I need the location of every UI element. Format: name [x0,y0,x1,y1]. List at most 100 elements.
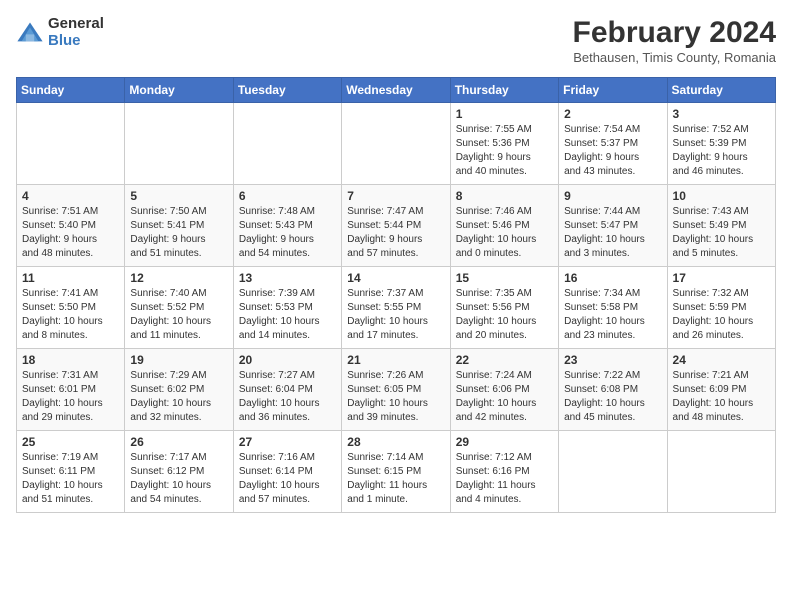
day-info: Sunrise: 7:55 AM Sunset: 5:36 PM Dayligh… [456,123,553,179]
day-info: Sunrise: 7:39 AM Sunset: 5:53 PM Dayligh… [239,287,336,343]
day-info: Sunrise: 7:35 AM Sunset: 5:56 PM Dayligh… [456,287,553,343]
calendar-cell: 27 Sunrise: 7:16 AM Sunset: 6:14 PM Dayli… [233,431,341,513]
day-number: 10 [673,189,770,203]
day-info: Sunrise: 7:40 AM Sunset: 5:52 PM Dayligh… [130,287,227,343]
day-number: 28 [347,435,444,449]
day-number: 19 [130,353,227,367]
day-info: Sunrise: 7:14 AM Sunset: 6:15 PM Dayligh… [347,451,444,507]
calendar-cell: 9 Sunrise: 7:44 AM Sunset: 5:47 PM Daylig… [559,185,667,267]
calendar-cell: 2 Sunrise: 7:54 AM Sunset: 5:37 PM Daylig… [559,103,667,185]
day-info: Sunrise: 7:29 AM Sunset: 6:02 PM Dayligh… [130,369,227,425]
day-number: 29 [456,435,553,449]
calendar-cell: 1 Sunrise: 7:55 AM Sunset: 5:36 PM Daylig… [450,103,558,185]
calendar-table: SundayMondayTuesdayWednesdayThursdayFrid… [16,77,776,513]
calendar-cell: 19 Sunrise: 7:29 AM Sunset: 6:02 PM Dayli… [125,349,233,431]
title-block: February 2024 Bethausen, Timis County, R… [573,16,776,65]
calendar-cell: 5 Sunrise: 7:50 AM Sunset: 5:41 PM Daylig… [125,185,233,267]
calendar-cell: 3Sunrise: 7:52 AM Sunset: 5:39 PM Daylig… [667,103,775,185]
day-number: 25 [22,435,119,449]
day-number: 1 [456,107,553,121]
header-wednesday: Wednesday [342,78,450,103]
day-number: 22 [456,353,553,367]
day-info: Sunrise: 7:41 AM Sunset: 5:50 PM Dayligh… [22,287,119,343]
calendar-cell: 23 Sunrise: 7:22 AM Sunset: 6:08 PM Dayli… [559,349,667,431]
day-info: Sunrise: 7:43 AM Sunset: 5:49 PM Dayligh… [673,205,770,261]
calendar-cell: 13 Sunrise: 7:39 AM Sunset: 5:53 PM Dayli… [233,267,341,349]
day-info: Sunrise: 7:26 AM Sunset: 6:05 PM Dayligh… [347,369,444,425]
calendar-cell: 22 Sunrise: 7:24 AM Sunset: 6:06 PM Dayli… [450,349,558,431]
day-number: 14 [347,271,444,285]
day-info: Sunrise: 7:17 AM Sunset: 6:12 PM Dayligh… [130,451,227,507]
calendar-cell: 14 Sunrise: 7:37 AM Sunset: 5:55 PM Dayli… [342,267,450,349]
calendar-cell: 12 Sunrise: 7:40 AM Sunset: 5:52 PM Dayli… [125,267,233,349]
calendar-cell [125,103,233,185]
calendar-subtitle: Bethausen, Timis County, Romania [573,50,776,65]
logo-general: General [48,16,104,33]
day-info: Sunrise: 7:46 AM Sunset: 5:46 PM Dayligh… [456,205,553,261]
calendar-cell [233,103,341,185]
calendar-cell: 11 Sunrise: 7:41 AM Sunset: 5:50 PM Dayli… [17,267,125,349]
day-number: 20 [239,353,336,367]
day-info: Sunrise: 7:22 AM Sunset: 6:08 PM Dayligh… [564,369,661,425]
day-info: Sunrise: 7:21 AM Sunset: 6:09 PM Dayligh… [673,369,770,425]
logo-blue: Blue [48,33,104,50]
header-saturday: Saturday [667,78,775,103]
day-number: 4 [22,189,119,203]
week-row-0: 1 Sunrise: 7:55 AM Sunset: 5:36 PM Daylig… [17,103,776,185]
calendar-cell [559,431,667,513]
day-number: 7 [347,189,444,203]
week-row-2: 11 Sunrise: 7:41 AM Sunset: 5:50 PM Dayli… [17,267,776,349]
calendar-cell: 6 Sunrise: 7:48 AM Sunset: 5:43 PM Daylig… [233,185,341,267]
day-info: Sunrise: 7:16 AM Sunset: 6:14 PM Dayligh… [239,451,336,507]
day-number: 8 [456,189,553,203]
calendar-cell [667,431,775,513]
day-info: Sunrise: 7:12 AM Sunset: 6:16 PM Dayligh… [456,451,553,507]
calendar-cell: 25 Sunrise: 7:19 AM Sunset: 6:11 PM Dayli… [17,431,125,513]
day-info: Sunrise: 7:51 AM Sunset: 5:40 PM Dayligh… [22,205,119,261]
day-info: Sunrise: 7:31 AM Sunset: 6:01 PM Dayligh… [22,369,119,425]
day-number: 27 [239,435,336,449]
calendar-cell: 15 Sunrise: 7:35 AM Sunset: 5:56 PM Dayli… [450,267,558,349]
day-number: 17 [673,271,770,285]
day-info: Sunrise: 7:19 AM Sunset: 6:11 PM Dayligh… [22,451,119,507]
day-info: Sunrise: 7:54 AM Sunset: 5:37 PM Dayligh… [564,123,661,179]
day-info: Sunrise: 7:24 AM Sunset: 6:06 PM Dayligh… [456,369,553,425]
calendar-cell: 8 Sunrise: 7:46 AM Sunset: 5:46 PM Daylig… [450,185,558,267]
calendar-cell: 29 Sunrise: 7:12 AM Sunset: 6:16 PM Dayli… [450,431,558,513]
header-row: SundayMondayTuesdayWednesdayThursdayFrid… [17,78,776,103]
header-tuesday: Tuesday [233,78,341,103]
calendar-cell: 17 Sunrise: 7:32 AM Sunset: 5:59 PM Dayli… [667,267,775,349]
day-info: Sunrise: 7:44 AM Sunset: 5:47 PM Dayligh… [564,205,661,261]
calendar-cell: 10 Sunrise: 7:43 AM Sunset: 5:49 PM Dayli… [667,185,775,267]
calendar-cell: 4 Sunrise: 7:51 AM Sunset: 5:40 PM Daylig… [17,185,125,267]
day-number: 23 [564,353,661,367]
day-info: Sunrise: 7:50 AM Sunset: 5:41 PM Dayligh… [130,205,227,261]
day-number: 26 [130,435,227,449]
day-number: 16 [564,271,661,285]
page-header: General Blue February 2024 Bethausen, Ti… [16,16,776,65]
day-number: 15 [456,271,553,285]
day-info: Sunrise: 7:27 AM Sunset: 6:04 PM Dayligh… [239,369,336,425]
day-number: 21 [347,353,444,367]
day-number: 11 [22,271,119,285]
calendar-cell: 16 Sunrise: 7:34 AM Sunset: 5:58 PM Dayli… [559,267,667,349]
header-friday: Friday [559,78,667,103]
day-info: Sunrise: 7:37 AM Sunset: 5:55 PM Dayligh… [347,287,444,343]
day-info: Sunrise: 7:34 AM Sunset: 5:58 PM Dayligh… [564,287,661,343]
calendar-header: SundayMondayTuesdayWednesdayThursdayFrid… [17,78,776,103]
day-number: 18 [22,353,119,367]
day-info: Sunrise: 7:32 AM Sunset: 5:59 PM Dayligh… [673,287,770,343]
day-info: Sunrise: 7:48 AM Sunset: 5:43 PM Dayligh… [239,205,336,261]
day-number: 13 [239,271,336,285]
day-number: 3 [673,107,770,121]
day-number: 9 [564,189,661,203]
day-number: 5 [130,189,227,203]
day-number: 6 [239,189,336,203]
calendar-cell: 24 Sunrise: 7:21 AM Sunset: 6:09 PM Dayli… [667,349,775,431]
calendar-cell: 21 Sunrise: 7:26 AM Sunset: 6:05 PM Dayli… [342,349,450,431]
day-number: 24 [673,353,770,367]
calendar-cell [17,103,125,185]
day-number: 2 [564,107,661,121]
day-number: 12 [130,271,227,285]
calendar-cell: 26 Sunrise: 7:17 AM Sunset: 6:12 PM Dayli… [125,431,233,513]
